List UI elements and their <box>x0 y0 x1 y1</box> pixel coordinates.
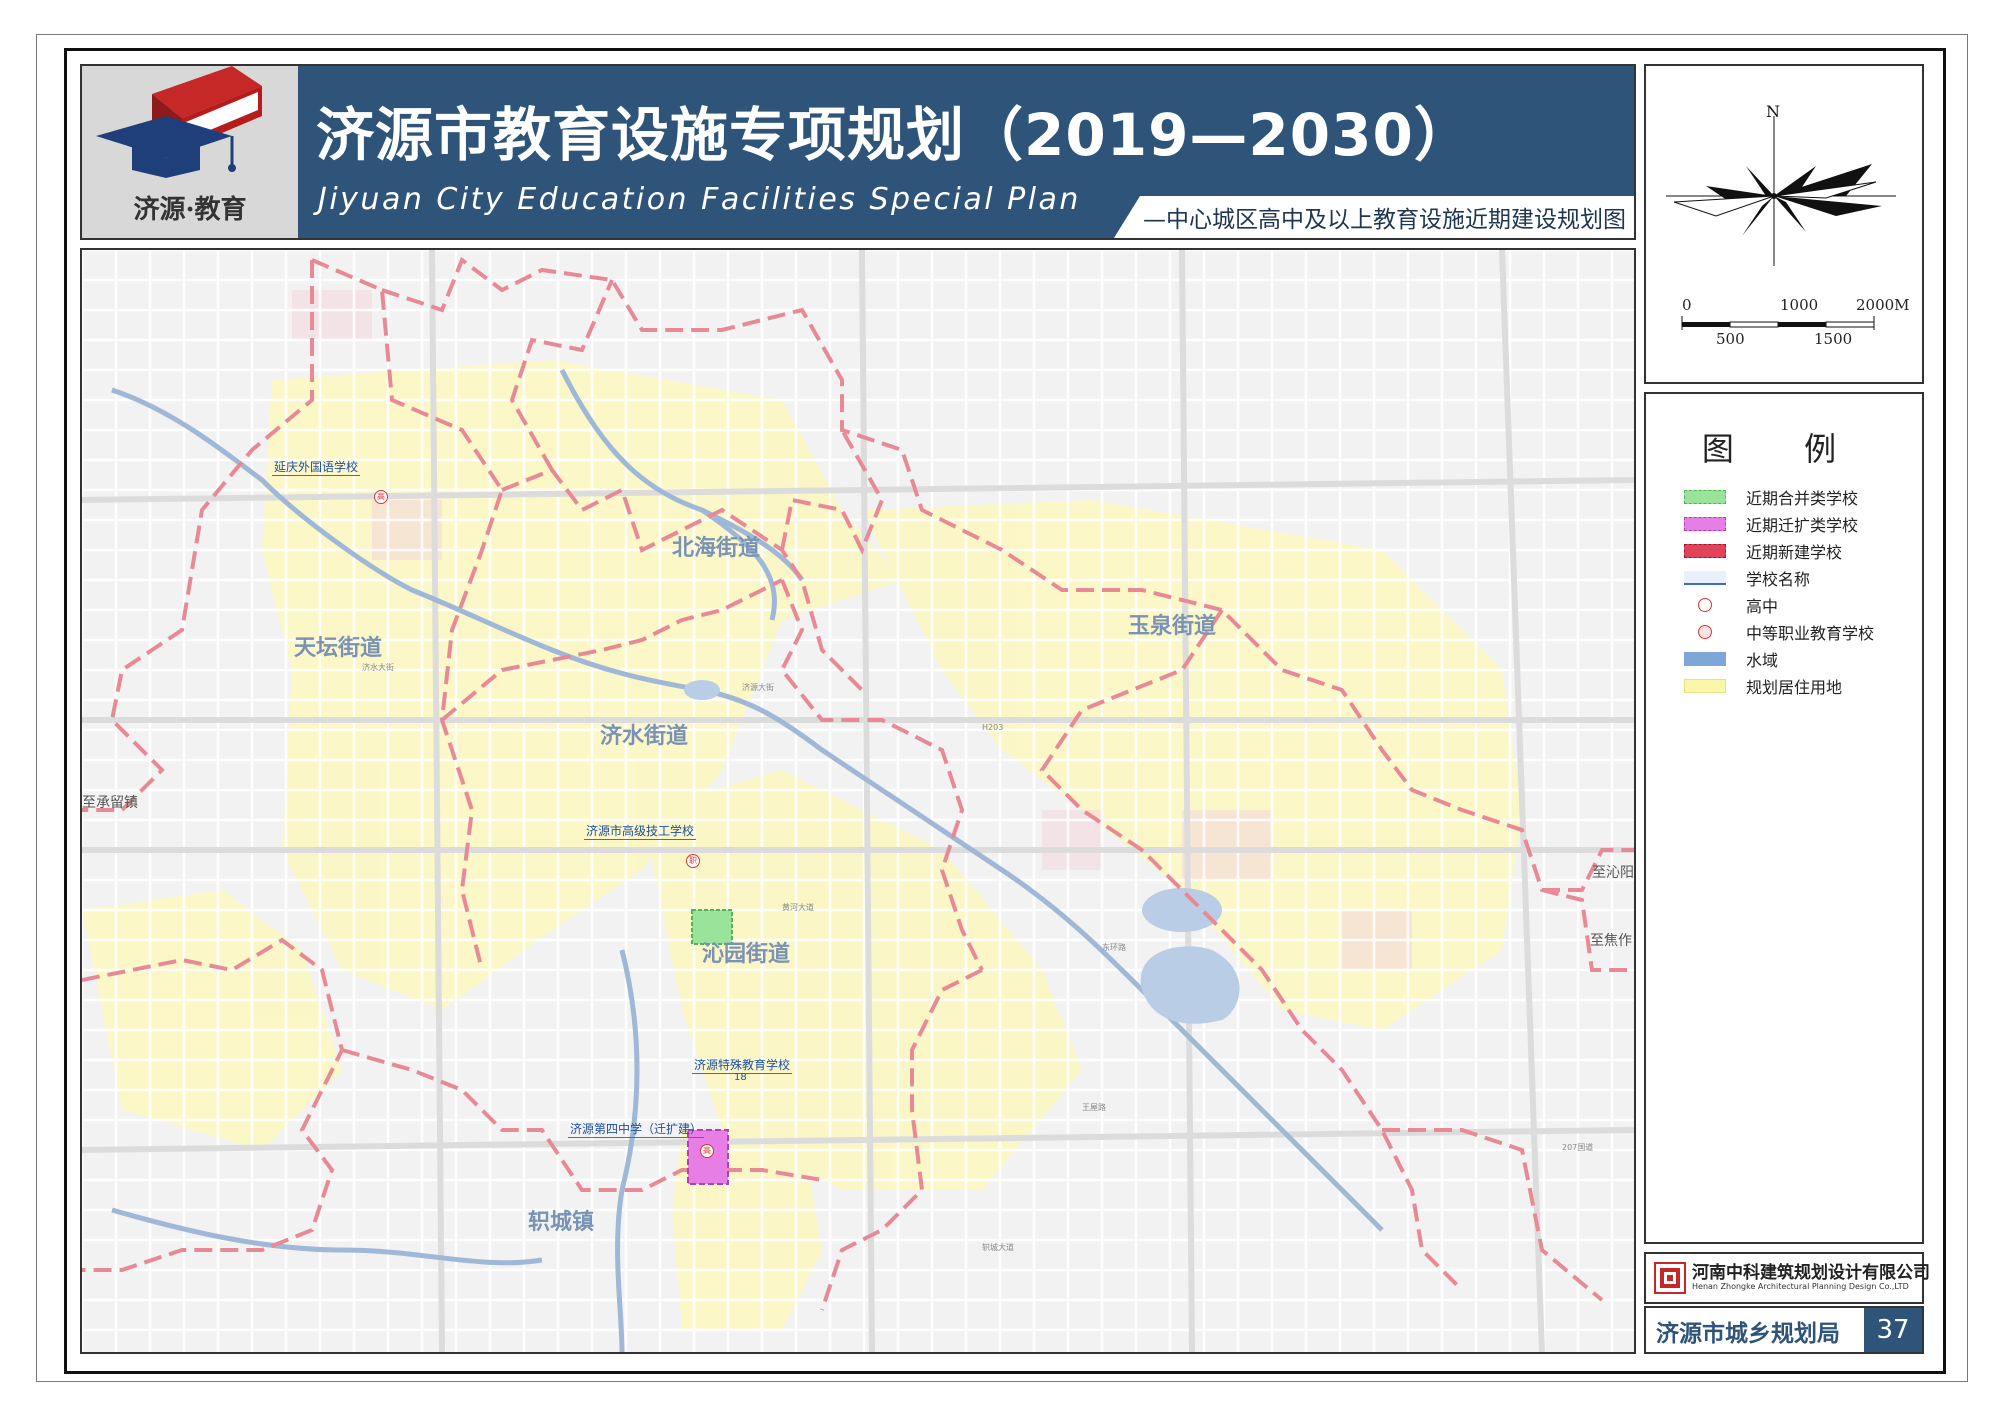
legend-label: 近期迁扩类学校 <box>1746 516 1859 535</box>
legend-swatch-residential <box>1684 679 1726 693</box>
svg-text:济水大街: 济水大街 <box>362 662 394 672</box>
legend-item-high-school: 高中 <box>1684 594 1778 616</box>
page-title: 济源市教育设施专项规划（2019—2030） <box>316 101 1473 169</box>
district-label-yuquan: 玉泉街道 <box>1128 614 1217 639</box>
district-label-jishui: 济水街道 <box>600 724 689 749</box>
district-label-beihai: 北海街道 <box>672 536 761 561</box>
legend-label: 学校名称 <box>1746 570 1811 589</box>
legend-panel: 图 例 近期合并类学校 近期迁扩类学校 近期新建学校 学校名称 高中 中等职业教… <box>1644 392 1924 1244</box>
scale-label-500: 500 <box>1716 330 1745 348</box>
compass-rose-icon <box>1666 116 1896 266</box>
scale-label-2000: 2000M <box>1856 296 1910 314</box>
school-label-yanqing[interactable]: 延庆外国语学校 <box>272 458 361 476</box>
svg-text:207国道: 207国道 <box>1562 1142 1593 1152</box>
svg-text:济源大街: 济源大街 <box>742 682 774 692</box>
agency-name: 济源市城乡规划局 <box>1656 1321 1840 1347</box>
vocational-school-icon <box>1684 625 1726 639</box>
school-label-technician[interactable]: 济源市高级技工学校 <box>584 822 697 840</box>
legend-swatch-school-name <box>1684 571 1726 585</box>
school-label-fourth[interactable]: 济源第四中学（迁扩建） <box>568 1120 705 1138</box>
svg-text:黄河大道: 黄河大道 <box>782 902 814 912</box>
scale-label-1500: 1500 <box>1814 330 1853 348</box>
legend-swatch-expand <box>1684 517 1726 531</box>
vocational-school-marker[interactable]: 职 <box>686 854 700 868</box>
company-panel: 河南中科建筑规划设计有限公司 Henan Zhongke Architectur… <box>1644 1252 1930 1304</box>
planning-map[interactable]: 济源大街 济水大街 H203 207国道 东环路 黄河大道 王屋路 轵城大道 北… <box>80 248 1636 1354</box>
scale-label-0: 0 <box>1682 296 1692 314</box>
district-label-tiantan: 天坛街道 <box>294 636 383 661</box>
scale-bar <box>1681 316 1875 330</box>
school-number-label: 18 <box>734 1072 747 1083</box>
legend-label: 水域 <box>1746 651 1779 670</box>
district-label-zhicheng: 轵城镇 <box>528 1210 595 1235</box>
svg-text:轵城大道: 轵城大道 <box>982 1242 1014 1252</box>
high-school-marker[interactable]: 高 <box>374 490 388 504</box>
legend-item-merge: 近期合并类学校 <box>1684 486 1858 508</box>
legend-item-new: 近期新建学校 <box>1684 540 1842 562</box>
place-label-jiaozuo: 至焦作 <box>1590 933 1632 949</box>
page-subtitle: —中心城区高中及以上教育设施近期建设规划图 <box>1143 207 1626 233</box>
company-name-english: Henan Zhongke Architectural Planning Des… <box>1692 1282 1909 1291</box>
legend-title: 图 例 <box>1701 430 1867 468</box>
district-label-qinyuan: 沁园街道 <box>702 942 791 967</box>
place-label-qinyang: 至沁阳 <box>1592 865 1634 881</box>
legend-label: 高中 <box>1746 597 1779 616</box>
svg-text:东环路: 东环路 <box>1102 942 1126 952</box>
legend-item-water: 水域 <box>1684 648 1778 670</box>
compass-panel: N 0 1000 2000M 500 1500 <box>1644 64 1924 384</box>
agency-panel: 济源市城乡规划局 37 <box>1644 1306 1924 1354</box>
map-canvas: 济源大街 济水大街 H203 207国道 东环路 黄河大道 王屋路 轵城大道 <box>82 250 1634 1352</box>
legend-swatch-water <box>1684 652 1726 666</box>
legend-label: 中等职业教育学校 <box>1746 624 1875 643</box>
legend-item-expand: 近期迁扩类学校 <box>1684 513 1858 535</box>
svg-text:H203: H203 <box>982 723 1003 732</box>
high-school-marker[interactable]: 高 <box>700 1144 714 1158</box>
title-banner: 济源·教育 济源市教育设施专项规划（2019—2030） Jiyuan City… <box>80 64 1636 240</box>
legend-swatch-new <box>1684 544 1726 558</box>
place-label-chengliu: 至承留镇 <box>82 795 138 811</box>
high-school-icon <box>1684 598 1726 612</box>
company-name: 河南中科建筑规划设计有限公司 <box>1692 1263 1930 1283</box>
legend-label: 规划居住用地 <box>1746 678 1843 697</box>
legend-swatch-merge <box>1684 490 1726 504</box>
svg-text:王屋路: 王屋路 <box>1082 1102 1106 1112</box>
logo-panel: 济源·教育 <box>82 66 298 238</box>
legend-item-school-name: 学校名称 <box>1684 567 1810 589</box>
legend-label: 近期合并类学校 <box>1746 489 1859 508</box>
legend-label: 近期新建学校 <box>1746 543 1843 562</box>
company-logo-icon <box>1654 1262 1686 1294</box>
legend-item-vocational: 中等职业教育学校 <box>1684 621 1874 643</box>
scale-label-1000: 1000 <box>1780 296 1819 314</box>
logo-caption: 济源·教育 <box>133 195 247 225</box>
education-logo-icon <box>96 66 262 178</box>
page-number: 37 <box>1864 1308 1922 1352</box>
legend-item-residential: 规划居住用地 <box>1684 675 1842 697</box>
page-title-english: Jiyuan City Education Facilities Special… <box>318 182 1081 217</box>
